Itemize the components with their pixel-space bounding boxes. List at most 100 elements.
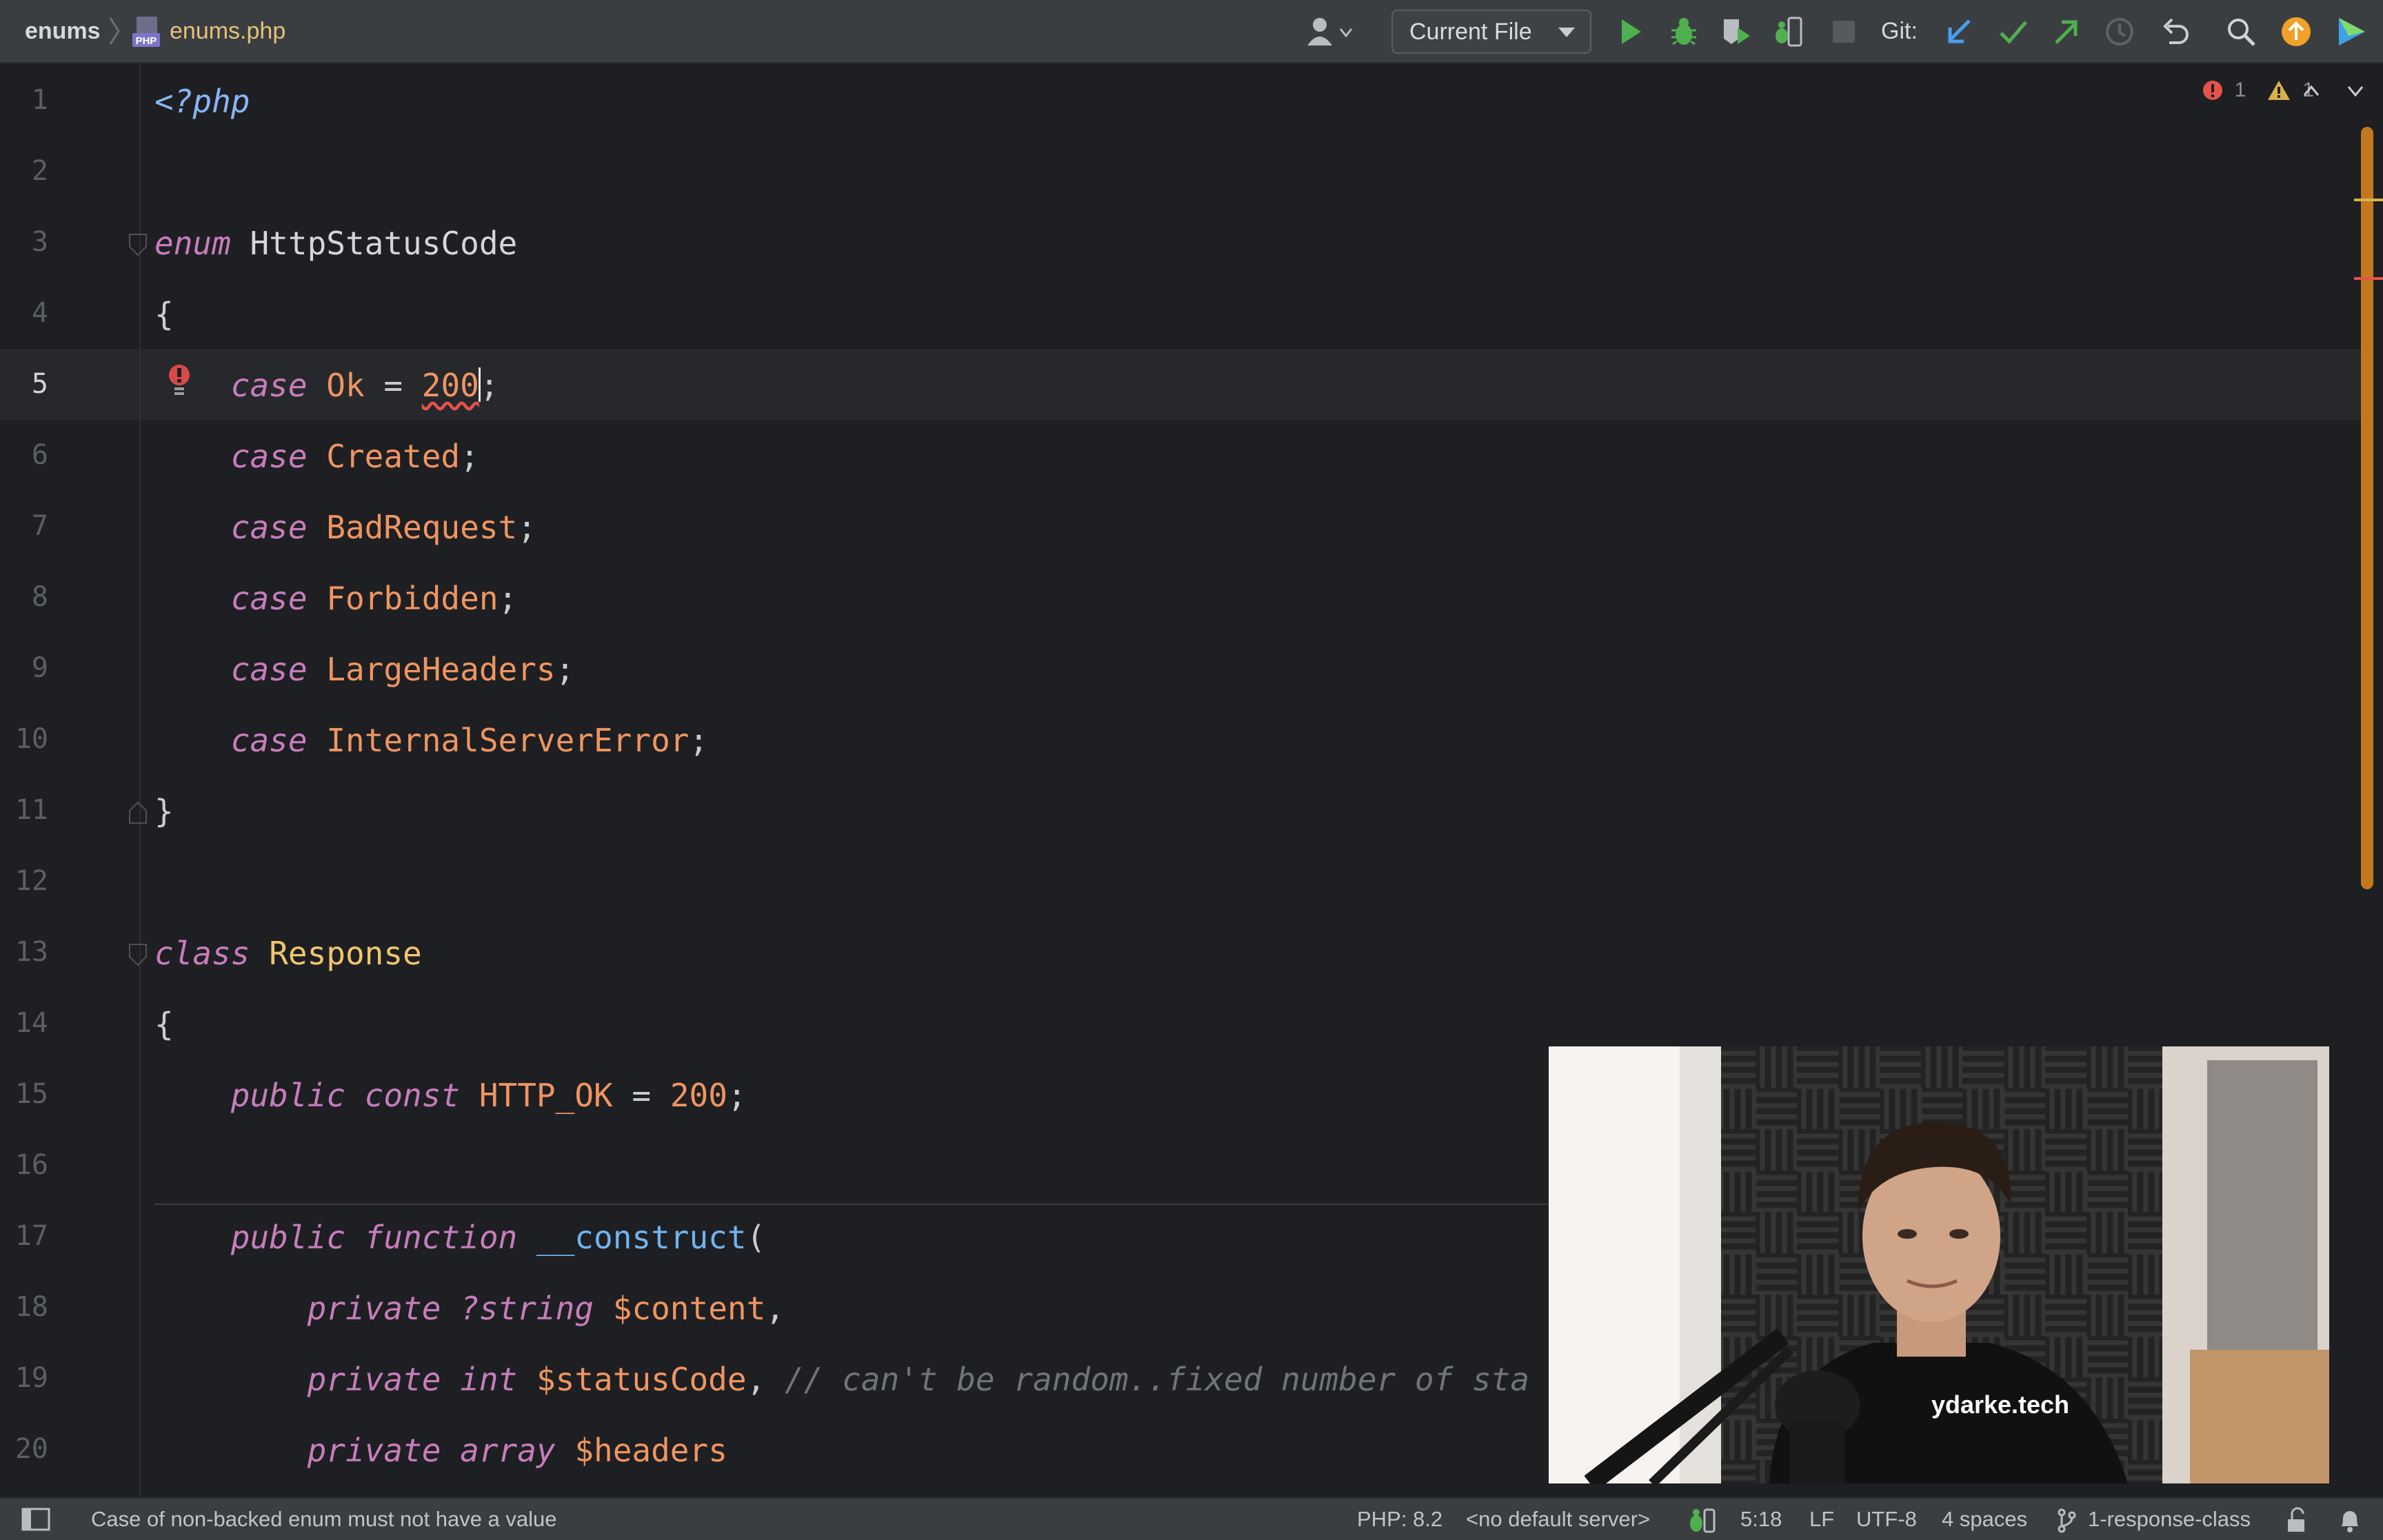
keyword-enum: enum: [154, 225, 231, 262]
keyword-case: case: [230, 580, 308, 617]
comma: ,: [765, 1290, 785, 1327]
keyword-case: case: [230, 509, 308, 546]
vertical-scrollbar[interactable]: [2361, 127, 2373, 889]
const-value: 200: [670, 1077, 727, 1114]
breadcrumb-project[interactable]: enums: [25, 0, 101, 62]
line-number: 17: [14, 1220, 48, 1252]
user-account-icon[interactable]: [1303, 15, 1358, 48]
breadcrumb-separator-icon: [109, 17, 120, 45]
code-line[interactable]: 11 }: [0, 773, 2372, 844]
debug-icon[interactable]: [1667, 15, 1700, 48]
keyword-case: case: [230, 651, 308, 688]
breadcrumb-file[interactable]: enums.php: [170, 0, 285, 62]
quick-fix-bulb-icon[interactable]: [165, 363, 193, 400]
line-number: 9: [31, 652, 48, 684]
git-commit-icon[interactable]: [1997, 15, 2030, 48]
keyword-class: class: [154, 935, 250, 972]
keyword-case: case: [230, 438, 308, 475]
enum-case-created: Created: [326, 438, 461, 475]
assign-operator: =: [383, 367, 403, 404]
code-line[interactable]: 12: [0, 844, 2372, 915]
code-with-me-icon[interactable]: [2335, 15, 2368, 48]
fold-marker-icon[interactable]: [128, 801, 148, 824]
xdebug-listener-icon[interactable]: [1687, 1506, 1717, 1534]
code-line[interactable]: 6 case Created;: [0, 418, 2372, 489]
stop-icon[interactable]: [1827, 15, 1860, 48]
type-nullable-string: ?string: [460, 1290, 594, 1327]
line-number: 11: [14, 794, 48, 826]
git-push-icon[interactable]: [2049, 15, 2082, 48]
keyword-public: public: [230, 1077, 345, 1114]
semicolon: ;: [727, 1077, 747, 1114]
run-icon[interactable]: [1613, 15, 1647, 48]
semicolon: ;: [555, 651, 575, 688]
semicolon: ;: [689, 722, 709, 759]
warning-stripe-marker[interactable]: [2354, 199, 2383, 201]
svg-text:PHP: PHP: [136, 35, 157, 47]
line-number: 10: [14, 723, 48, 755]
unlock-icon[interactable]: [2285, 1507, 2309, 1533]
rollback-icon[interactable]: [2158, 15, 2191, 48]
code-line-current[interactable]: 5 case Ok = 200;: [0, 347, 2372, 418]
code-comment: // can't be random..fixed number of sta: [784, 1361, 1530, 1398]
code-line[interactable]: 4 {: [0, 276, 2372, 347]
paren-open: (: [746, 1219, 766, 1256]
keyword-const: const: [364, 1077, 461, 1114]
assign-operator: =: [632, 1077, 652, 1114]
class-name: Response: [269, 935, 422, 972]
line-separator[interactable]: LF: [1809, 1499, 1834, 1540]
php-version[interactable]: PHP: 8.2: [1357, 1499, 1442, 1540]
run-configuration-select[interactable]: Current File: [1391, 10, 1591, 54]
code-line[interactable]: 13 class Response: [0, 915, 2372, 986]
php-file-icon: PHP: [132, 17, 160, 47]
semicolon: ;: [460, 438, 479, 475]
code-line[interactable]: 8 case Forbidden;: [0, 560, 2372, 631]
keyword-private: private: [307, 1432, 441, 1469]
keyword-function: function: [364, 1219, 518, 1256]
updates-available-icon[interactable]: [2280, 15, 2313, 48]
semicolon: ;: [517, 509, 536, 546]
history-icon[interactable]: [2103, 15, 2136, 48]
server-indicator[interactable]: <no default server>: [1466, 1499, 1650, 1540]
semicolon: ;: [498, 580, 518, 617]
enum-case-largeheaders: LargeHeaders: [326, 651, 556, 688]
method-separator: [154, 1204, 1554, 1205]
code-line[interactable]: 3 enum HttpStatusCode: [0, 205, 2372, 276]
file-encoding[interactable]: UTF-8: [1856, 1499, 1917, 1540]
semicolon: ;: [479, 367, 499, 404]
keyword-private: private: [307, 1290, 441, 1327]
line-number: 15: [14, 1078, 48, 1110]
git-branch-icon: [2058, 1508, 2076, 1533]
line-number: 5: [31, 368, 48, 400]
caret-position[interactable]: 5:18: [1740, 1499, 1782, 1540]
brace-close: }: [154, 793, 174, 830]
search-icon[interactable]: [2224, 15, 2258, 48]
code-line[interactable]: 2: [0, 134, 2372, 205]
code-line[interactable]: 7 case BadRequest;: [0, 489, 2372, 560]
profiler-icon[interactable]: [1772, 15, 1805, 48]
run-configuration-label: Current File: [1409, 18, 1532, 45]
git-update-icon[interactable]: [1943, 15, 1976, 48]
fold-marker-icon[interactable]: [128, 943, 148, 966]
brace-open: {: [154, 296, 174, 333]
line-number: 6: [31, 439, 48, 471]
keyword-case: case: [230, 722, 308, 759]
code-line[interactable]: 10 case InternalServerError;: [0, 702, 2372, 773]
line-number: 14: [14, 1007, 48, 1039]
fold-marker-icon[interactable]: [128, 233, 148, 256]
constructor-name: __construct: [536, 1219, 747, 1256]
line-number: 2: [31, 155, 48, 187]
error-stripe-marker[interactable]: [2354, 277, 2383, 280]
indent-setting[interactable]: 4 spaces: [1942, 1499, 2027, 1540]
git-label: Git:: [1881, 17, 1918, 44]
run-with-coverage-icon[interactable]: [1720, 15, 1753, 48]
git-branch[interactable]: 1-response-class: [2088, 1499, 2251, 1540]
notifications-bell-icon[interactable]: [2337, 1507, 2362, 1533]
comma: ,: [746, 1361, 766, 1398]
status-message[interactable]: Case of non-backed enum must not have a …: [91, 1499, 557, 1540]
toggle-tool-windows-icon[interactable]: [21, 1507, 51, 1532]
code-line[interactable]: 1 <?php: [0, 63, 2372, 134]
status-bar: Case of non-backed enum must not have a …: [0, 1497, 2383, 1540]
code-line[interactable]: 9 case LargeHeaders;: [0, 631, 2372, 702]
enum-case-forbidden: Forbidden: [326, 580, 499, 617]
